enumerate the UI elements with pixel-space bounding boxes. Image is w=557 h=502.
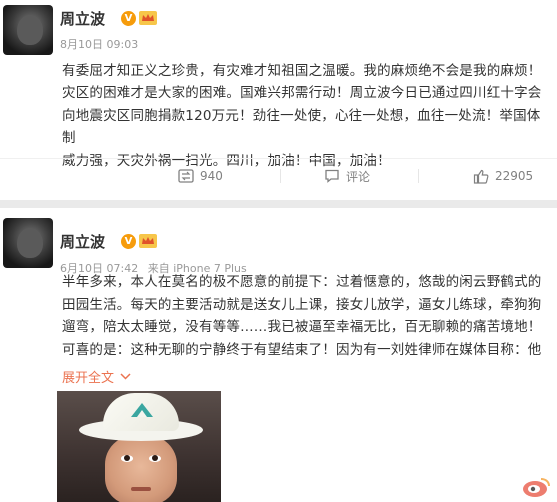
post-line: 有委屈才知正义之珍贵，有灾难才知祖国之温暖。我的麻烦绝不会是我的麻烦！ — [62, 63, 542, 79]
like-button[interactable]: 22905 — [473, 159, 533, 193]
comment-button[interactable]: 评论 — [324, 159, 370, 193]
vip-crown-icon — [139, 234, 157, 248]
vip-crown-icon — [139, 11, 157, 25]
action-bar: 940 评论 22905 — [0, 158, 557, 192]
comment-label: 评论 — [346, 169, 371, 184]
post-line: 半年多来，本人在莫名的极不愿意的前提下：过着惬意的，悠哉的闲云野鹤式的 — [62, 274, 542, 290]
like-count: 22905 — [495, 169, 534, 183]
expand-label: 展开全文 — [62, 371, 115, 386]
expand-full-text-link[interactable]: 展开全文 — [62, 367, 131, 386]
post-content: 有委屈才知正义之珍贵，有灾难才知祖国之温暖。我的麻烦绝不会是我的麻烦！ 灾区的困… — [62, 60, 550, 172]
post-photo[interactable] — [57, 391, 221, 502]
author-avatar[interactable] — [3, 5, 53, 55]
post-line: 遛弯，陪太太睡觉，没有等等……我已被逼至幸福无比，百无聊赖的痛苦境地！ — [62, 319, 542, 336]
like-icon — [473, 169, 489, 184]
photo-face — [105, 435, 177, 502]
post-line: 可喜的是：这种无聊的宁静终于有望结束了！因为有一刘姓律师在媒体目称：他 — [62, 341, 542, 358]
divider — [280, 169, 281, 183]
verified-badge-icon: V — [121, 234, 136, 249]
post-line: 田园生活。每天的主要活动就是送女儿上课，接女儿放学，逼女儿练球，牵狗狗 — [62, 296, 542, 313]
chevron-down-icon — [120, 373, 131, 380]
hat-logo-icon — [131, 403, 153, 417]
comment-icon — [325, 169, 339, 183]
divider — [418, 169, 419, 183]
post-timestamp[interactable]: 8月10日 09:03 — [60, 36, 138, 52]
author-name[interactable]: 周立波 — [60, 8, 105, 29]
post-line: 灾区的困难才是大家的困难。国难兴邦需行动！周立波今日已通过四川红十字会 — [62, 85, 542, 102]
repost-count: 940 — [200, 169, 223, 183]
author-name[interactable]: 周立波 — [60, 231, 105, 252]
repost-button[interactable]: 940 — [178, 159, 223, 193]
watermark-logo-icon — [523, 478, 550, 497]
repost-icon — [178, 169, 194, 183]
post-content: 半年多来，本人在莫名的极不愿意的前提下：过着惬意的，悠哉的闲云野鹤式的 田园生活… — [62, 271, 552, 361]
weibo-post-1: 周立波 V 8月10日 09:03 有委屈才知正义之珍贵，有灾难才知祖国之温暖。… — [0, 0, 557, 200]
author-avatar[interactable] — [3, 218, 53, 268]
verified-badge-icon: V — [121, 11, 136, 26]
post-line: 向地震灾区同胞捐款120万元！劲往一处使，心往一处想，血往一处流！举国体制 — [62, 107, 541, 147]
